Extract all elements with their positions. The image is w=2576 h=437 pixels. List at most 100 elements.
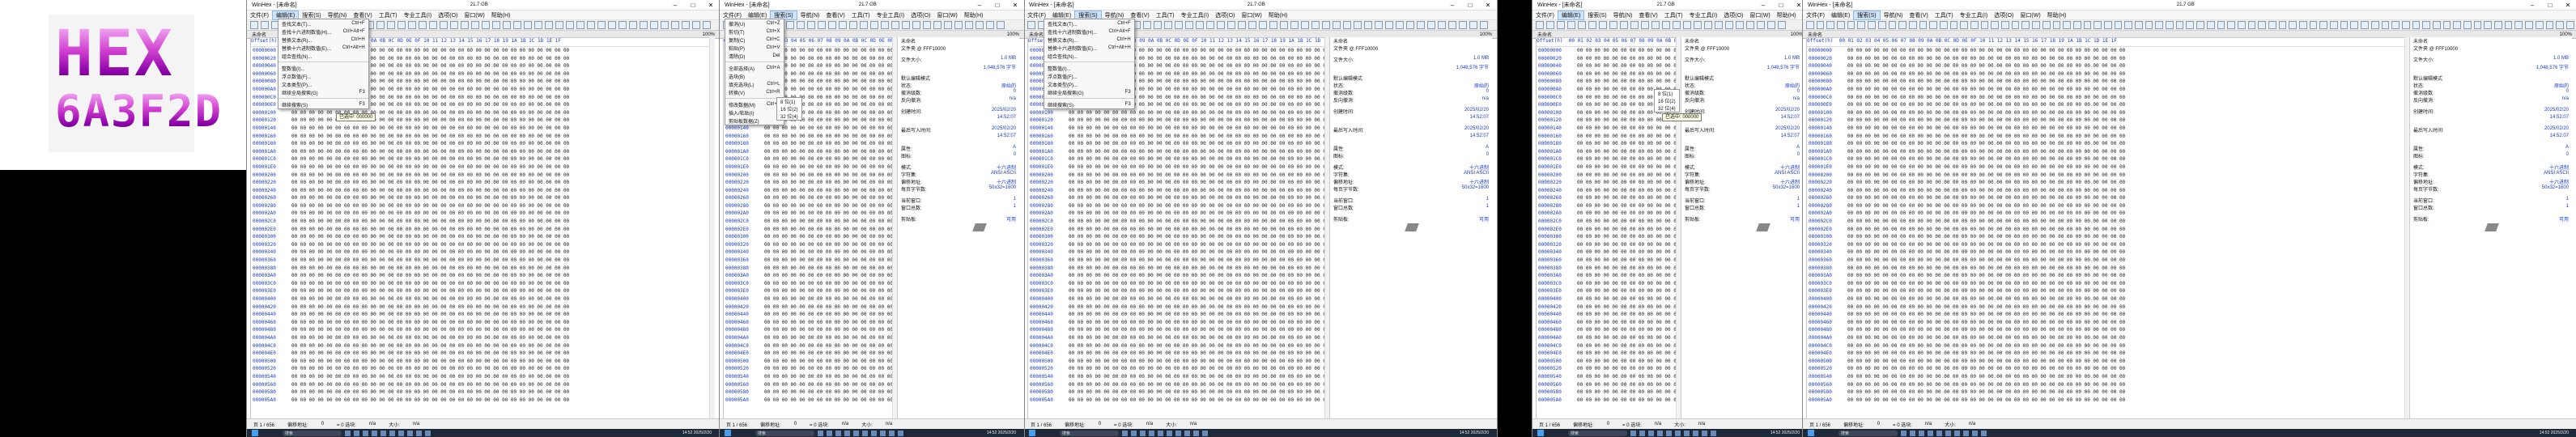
menu-option[interactable]: 查找十六进制数值(H)... Ctrl+Alt+F (278, 28, 368, 36)
toolbar-button-icon[interactable] (1567, 21, 1575, 29)
toolbar-button-icon[interactable] (828, 21, 836, 29)
toolbar-button-icon[interactable] (2514, 21, 2523, 29)
toolbar-button-icon[interactable] (2545, 21, 2554, 29)
taskbar-app-icon[interactable] (1630, 430, 1636, 436)
toolbar-button-icon[interactable] (1227, 21, 1235, 29)
toolbar-button-icon[interactable] (870, 21, 878, 29)
hex-row[interactable]: 00000480 00 00 00 00 00 00 00 00 00 00 00… (1028, 326, 1324, 334)
vertical-scrollbar[interactable] (709, 37, 715, 419)
taskbar-search[interactable]: 搜索 (1568, 430, 1627, 436)
menu-item[interactable]: 专业工具(I) (874, 11, 908, 19)
hex-row[interactable]: 000003A0 00 00 00 00 00 00 00 00 00 00 00… (1537, 272, 1676, 280)
taskbar-app-icon[interactable] (1981, 430, 1987, 436)
taskbar-app-icon[interactable] (407, 430, 413, 436)
toolbar-button-icon[interactable] (1673, 21, 1681, 29)
toolbar-button-icon[interactable] (2484, 21, 2493, 29)
hex-row[interactable]: 00000520 00 00 00 00 00 00 00 00 00 00 00… (1537, 365, 1676, 373)
toolbar-button-icon[interactable] (1322, 21, 1330, 29)
toolbar-button-icon[interactable] (2309, 21, 2318, 29)
hex-row[interactable]: 000002E0 00 00 00 00 00 00 00 00 00 00 00… (724, 226, 892, 234)
hex-row[interactable]: 000001C0 00 00 00 00 00 00 00 00 00 00 00… (1537, 155, 1676, 163)
hex-row[interactable]: 000002C0 00 00 00 00 00 00 00 00 00 00 00… (1807, 218, 2404, 226)
hex-row[interactable]: 00000380 00 00 00 00 00 00 00 00 00 00 00… (251, 265, 709, 273)
taskbar-app-icon[interactable] (1648, 430, 1654, 436)
menu-option[interactable]: 文本类型(P)... (278, 80, 368, 88)
taskbar-app-icon[interactable] (1702, 430, 1707, 436)
hex-row[interactable]: 000004C0 00 00 00 00 00 00 00 00 00 00 00… (1537, 342, 1676, 350)
menu-item[interactable]: 窗口(W) (2017, 11, 2043, 19)
toolbar-button-icon[interactable] (2565, 21, 2574, 29)
hex-row[interactable]: 00000300 00 00 00 00 00 00 00 00 00 00 00… (1028, 233, 1324, 241)
hex-row[interactable]: 000001C0 00 00 00 00 00 00 00 00 00 00 00… (251, 155, 709, 163)
toolbar-button-icon[interactable] (2217, 21, 2225, 29)
start-icon[interactable] (1808, 430, 1814, 436)
hex-row[interactable]: 00000380 00 00 00 00 00 00 00 00 00 00 00… (1028, 265, 1324, 273)
toolbar-button-icon[interactable] (1185, 21, 1193, 29)
taskbar-app-icon[interactable] (1711, 430, 1716, 436)
menu-option[interactable]: 复制(C) Ctrl+C (725, 36, 784, 44)
toolbar-button-icon[interactable] (1806, 21, 1814, 29)
hex-row[interactable]: 00000280 00 00 00 00 00 00 00 00 00 00 00… (724, 202, 892, 210)
toolbar-button-icon[interactable] (1259, 21, 1267, 29)
hex-row[interactable]: 00000540 00 00 00 00 00 00 00 00 00 00 00… (1537, 373, 1676, 381)
submenu-option[interactable]: 16 位(2) (777, 105, 801, 112)
toolbar-button-icon[interactable] (1908, 21, 1917, 29)
toolbar-button-icon[interactable] (250, 21, 258, 29)
hex-row[interactable]: 00000160 00 00 00 00 00 00 00 00 00 00 00… (1028, 133, 1324, 141)
toolbar-button-icon[interactable] (376, 21, 385, 29)
taskbar-app-icon[interactable] (1657, 430, 1663, 436)
maximize-icon[interactable]: □ (684, 2, 702, 9)
toolbar-button-icon[interactable] (682, 21, 690, 29)
toolbar-button-icon[interactable] (1536, 21, 1544, 29)
toolbar-button-icon[interactable] (1970, 21, 1979, 29)
taskbar-search[interactable]: 搜索 (1838, 430, 1898, 436)
hex-row[interactable]: 00000240 00 00 00 00 00 00 00 00 00 00 00… (724, 187, 892, 195)
menu-option[interactable]: 查找十六进制数值(H)... Ctrl+Alt+F (1044, 28, 1134, 36)
toolbar-button-icon[interactable] (1406, 21, 1414, 29)
taskbar-app-icon[interactable] (416, 430, 422, 436)
toolbar-button-icon[interactable] (2063, 21, 2071, 29)
hex-row[interactable]: 00000000 00 00 00 00 00 00 00 00 00 00 00… (1807, 47, 2404, 55)
taskbar-app-icon[interactable] (1175, 430, 1181, 436)
submenu-option[interactable]: 8 位(1) (1655, 90, 1679, 97)
submenu-option[interactable]: 32 位(4) (1655, 104, 1679, 112)
toolbar-button-icon[interactable] (965, 21, 973, 29)
menu-item[interactable]: 导航(N) (797, 11, 823, 19)
hex-row[interactable]: 000002C0 00 00 00 00 00 00 00 00 00 00 00… (1028, 218, 1324, 226)
hex-row[interactable]: 00000160 00 00 00 00 00 00 00 00 00 00 00… (251, 133, 709, 141)
taskbar-app-icon[interactable] (1928, 430, 1933, 436)
hex-row[interactable]: 00000260 00 00 00 00 00 00 00 00 00 00 00… (1028, 194, 1324, 202)
submenu-option[interactable]: 32 位(4) (777, 112, 801, 120)
hex-row[interactable]: 00000060 00 00 00 00 00 00 00 00 00 00 00… (1807, 70, 2404, 78)
menu-item[interactable]: 查看(V) (1127, 11, 1152, 19)
hex-row[interactable]: 00000340 00 00 00 00 00 00 00 00 00 00 00… (1807, 248, 2404, 257)
toolbar-button-icon[interactable] (1027, 21, 1035, 29)
taskbar-app-icon[interactable] (1963, 430, 1969, 436)
toolbar-button-icon[interactable] (1826, 21, 1835, 29)
menu-item[interactable]: 导航(N) (325, 11, 351, 19)
taskbar-app-icon[interactable] (1945, 430, 1951, 436)
close-icon[interactable]: ✕ (1006, 2, 1024, 9)
hex-row[interactable]: 000004C0 00 00 00 00 00 00 00 00 00 00 00… (1807, 342, 2404, 350)
taskbar-app-icon[interactable] (1158, 430, 1163, 436)
menu-option[interactable]: 清除(D) Del (725, 52, 784, 60)
toolbar-button-icon[interactable] (944, 21, 952, 29)
menu-option[interactable]: 插入/粘贴(I) (725, 108, 784, 117)
hex-row[interactable]: 00000580 00 00 00 00 00 00 00 00 00 00 00… (251, 388, 709, 397)
toolbar-button-icon[interactable] (1438, 21, 1446, 29)
hex-row[interactable]: 00000400 00 00 00 00 00 00 00 00 00 00 00… (1028, 295, 1324, 303)
hex-row[interactable]: 00000460 00 00 00 00 00 00 00 00 00 00 00… (251, 319, 709, 327)
menu-item[interactable]: 查看(V) (350, 11, 375, 19)
toolbar-button-icon[interactable] (2072, 21, 2081, 29)
hex-row[interactable]: 000002A0 00 00 00 00 00 00 00 00 00 00 00… (1028, 210, 1324, 218)
hex-row[interactable]: 00000180 00 00 00 00 00 00 00 00 00 00 00… (724, 140, 892, 148)
menu-item[interactable]: 编辑(E) (1049, 11, 1074, 19)
taskbar-app-icon[interactable] (1167, 430, 1172, 436)
hex-row[interactable]: 000002C0 00 00 00 00 00 00 00 00 00 00 00… (251, 218, 709, 226)
menu-item[interactable]: 文件(F) (1024, 11, 1049, 19)
toolbar-button-icon[interactable] (2124, 21, 2132, 29)
hex-row[interactable]: 00000380 00 00 00 00 00 00 00 00 00 00 00… (1807, 265, 2404, 273)
toolbar-button-icon[interactable] (2299, 21, 2307, 29)
toolbar-button-icon[interactable] (1767, 21, 1775, 29)
hex-row[interactable]: 00000480 00 00 00 00 00 00 00 00 00 00 00… (251, 326, 709, 334)
